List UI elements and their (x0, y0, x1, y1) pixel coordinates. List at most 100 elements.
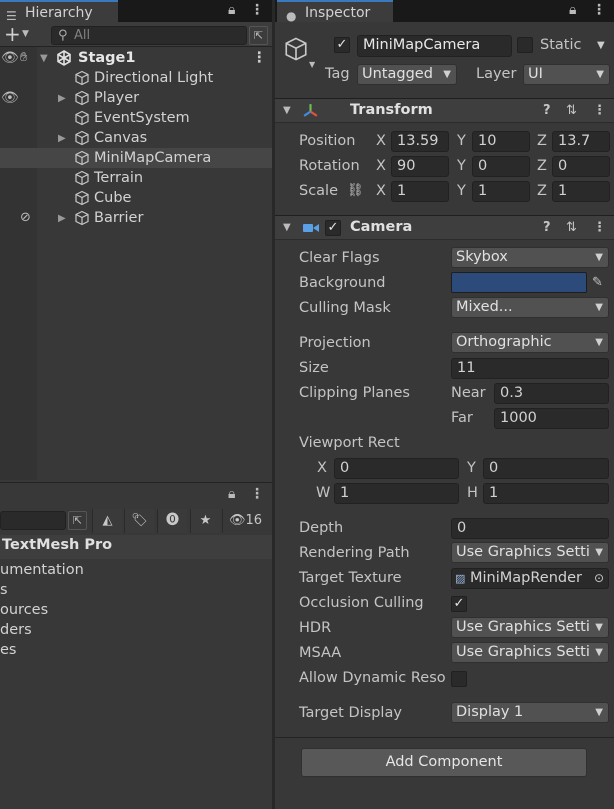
tab-hierarchy[interactable]: ☰ Hierarchy (0, 0, 118, 23)
culling-mask-dropdown[interactable]: Mixed... ▼ (451, 297, 609, 318)
constrain-proportions-icon[interactable]: ⛓︎ (347, 183, 364, 198)
lock-icon[interactable]: 🔒︎ (569, 2, 576, 18)
hierarchy-item-terrain[interactable]: Terrain (0, 168, 272, 188)
far-clip-field[interactable]: 1000 (494, 408, 609, 429)
lock-icon[interactable]: 🔒︎ (228, 2, 235, 18)
hidden-count-toggle[interactable]: 👁︎16 (222, 509, 272, 533)
rotation-y-field[interactable]: 0 (472, 156, 530, 177)
not-pickable-icon[interactable]: ⊘ (20, 208, 31, 228)
lock-icon[interactable]: 🔒︎ (228, 486, 235, 502)
scene-search-mode-icon[interactable]: ⇱ (249, 26, 268, 45)
rotation-z-field[interactable]: 0 (552, 156, 610, 177)
pickable-icon[interactable]: ✋︎ (20, 48, 27, 68)
more-menu-icon[interactable]: ⋮ (250, 2, 264, 18)
allow-dynamic-resolution-checkbox[interactable] (451, 671, 467, 687)
background-color-swatch[interactable] (451, 272, 587, 293)
position-y-field[interactable]: 10 (472, 131, 530, 152)
hierarchy-search-input[interactable]: ⚲ All (51, 26, 247, 45)
add-dropdown-icon[interactable]: ▼ (22, 29, 29, 39)
add-component-button[interactable]: Add Component (301, 748, 587, 777)
gameobject-cube-icon (75, 150, 89, 166)
layer-dropdown[interactable]: UI ▼ (523, 64, 610, 85)
scale-y-field[interactable]: 1 (472, 181, 530, 202)
hierarchy-item-eventsystem[interactable]: EventSystem (0, 108, 272, 128)
favorites-star-icon[interactable]: ★ (190, 509, 220, 533)
camera-enabled-checkbox[interactable]: ✓ (325, 220, 341, 236)
viewport-x-field[interactable]: 0 (334, 458, 459, 479)
filter-label-icon[interactable]: 🏷︎ (124, 509, 154, 533)
expand-right-icon[interactable]: ▶ (58, 209, 66, 229)
object-name-input[interactable]: MiniMapCamera (357, 35, 512, 57)
projection-dropdown[interactable]: Orthographic ▼ (451, 332, 609, 353)
preset-icon[interactable]: ⇅ (566, 220, 577, 235)
hierarchy-item-directional-light[interactable]: Directional Light (0, 68, 272, 88)
scene-menu-icon[interactable]: ⋮ (252, 48, 267, 68)
package-entry[interactable]: s (0, 582, 8, 598)
project-search-input[interactable] (0, 511, 66, 530)
near-clip-field[interactable]: 0.3 (494, 383, 609, 404)
search-mode-icon[interactable]: ⇱ (68, 511, 87, 530)
target-display-dropdown[interactable]: Display 1 ▼ (451, 702, 609, 723)
chevron-down-icon: ▼ (593, 543, 603, 562)
active-checkbox[interactable]: ✓ (334, 37, 350, 53)
chevron-down-icon: ▼ (595, 707, 603, 718)
search-icon: ⚲ (58, 28, 68, 43)
msaa-dropdown[interactable]: Use Graphics Setti ▼ (451, 642, 609, 663)
static-checkbox[interactable] (517, 37, 533, 53)
add-button[interactable]: + (4, 22, 21, 46)
position-x-field[interactable]: 13.59 (391, 131, 449, 152)
eye-icon[interactable]: 👁︎ (1, 48, 19, 68)
hierarchy-item-canvas[interactable]: ▶ Canvas (0, 128, 272, 148)
help-icon[interactable]: ? (543, 103, 551, 118)
preset-icon[interactable]: ⇅ (566, 103, 577, 118)
target-texture-field[interactable]: ▨ MiniMapRender ⊙ (451, 568, 609, 589)
package-entry[interactable]: ders (0, 622, 32, 638)
hierarchy-item-minimapcamera[interactable]: MiniMapCamera (0, 148, 272, 168)
viewport-w-field[interactable]: 1 (334, 483, 459, 504)
rotation-x-field[interactable]: 90 (391, 156, 449, 177)
depth-field[interactable]: 0 (451, 518, 609, 539)
eyedropper-icon[interactable]: ✎ (592, 275, 603, 290)
tag-dropdown[interactable]: Untagged ▼ (357, 64, 457, 85)
more-menu-icon[interactable]: ⋮ (592, 2, 606, 18)
occlusion-culling-checkbox[interactable]: ✓ (451, 596, 467, 612)
expand-down-icon[interactable]: ▼ (40, 49, 48, 69)
hierarchy-item-barrier[interactable]: ⊘ ▶ Barrier (0, 208, 272, 228)
chevron-down-icon: ▼ (595, 337, 603, 348)
clear-flags-dropdown[interactable]: Skybox ▼ (451, 247, 609, 268)
gameobject-large-icon[interactable] (283, 35, 309, 63)
warning-icon[interactable]: ⓿ (157, 509, 187, 533)
transform-header[interactable] (275, 98, 614, 123)
hierarchy-item-player[interactable]: 👁︎ ▶ Player (0, 88, 272, 108)
scene-row-stage1[interactable]: 👁︎ ✋︎ ▼ Stage1 ⋮ (0, 48, 272, 68)
unity-scene-icon (57, 50, 71, 66)
collapse-icon[interactable]: ▼ (283, 105, 291, 116)
hierarchy-item-cube[interactable]: Cube (0, 188, 272, 208)
position-z-field[interactable]: 13.7 (552, 131, 610, 152)
eye-icon[interactable]: 👁︎ (1, 88, 19, 108)
component-menu-icon[interactable]: ⋮ (593, 220, 606, 235)
left-column: ☰ Hierarchy 🔒︎ ⋮ + ▼ ⚲ All ⇱ 👁︎ ✋︎ ▼ Sta… (0, 0, 272, 809)
expand-right-icon[interactable]: ▶ (58, 129, 66, 149)
size-field[interactable]: 11 (451, 358, 609, 379)
package-entry[interactable]: umentation (0, 562, 84, 578)
object-picker-icon[interactable]: ⊙ (593, 569, 604, 588)
expand-right-icon[interactable]: ▶ (58, 89, 66, 109)
tab-inspector[interactable]: ● Inspector (277, 0, 393, 23)
scale-x-field[interactable]: 1 (391, 181, 449, 202)
package-header[interactable]: TextMesh Pro (0, 535, 272, 559)
filter-type-icon[interactable]: ◭ (92, 509, 122, 533)
help-icon[interactable]: ? (543, 220, 551, 235)
rendering-path-dropdown[interactable]: Use Graphics Setti ▼ (451, 542, 609, 563)
viewport-y-field[interactable]: 0 (483, 458, 609, 479)
more-menu-icon[interactable]: ⋮ (250, 486, 264, 502)
hdr-dropdown[interactable]: Use Graphics Setti ▼ (451, 617, 609, 638)
package-entry[interactable]: ources (0, 602, 48, 618)
static-dropdown-icon[interactable]: ▼ (597, 40, 605, 51)
component-menu-icon[interactable]: ⋮ (593, 103, 606, 118)
viewport-h-field[interactable]: 1 (483, 483, 609, 504)
scale-z-field[interactable]: 1 (552, 181, 610, 202)
package-entry[interactable]: es (0, 642, 16, 658)
collapse-icon[interactable]: ▼ (283, 222, 291, 233)
icon-dropdown-icon[interactable]: ▼ (309, 60, 315, 69)
